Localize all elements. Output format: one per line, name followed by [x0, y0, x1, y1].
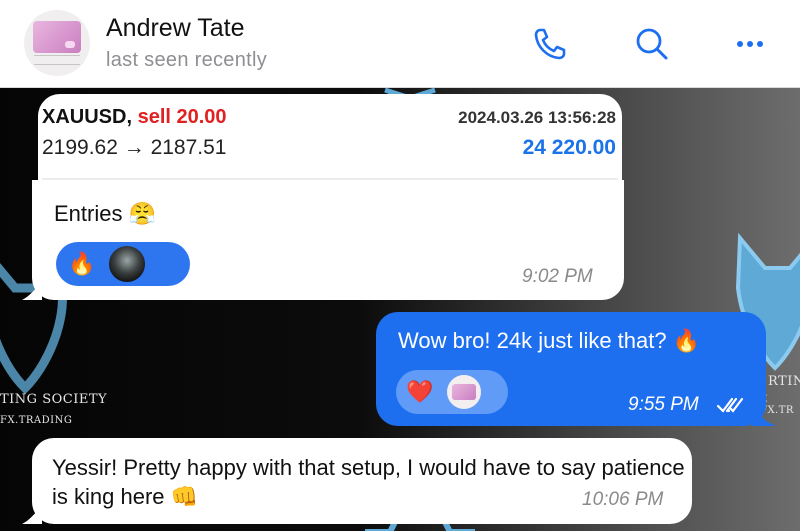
fire-reaction-icon[interactable]: 🔥 [68, 251, 95, 277]
contact-name[interactable]: Andrew Tate [106, 14, 245, 43]
avatar-caption [34, 55, 80, 65]
bubble-tail-outgoing [752, 408, 776, 426]
trade-symbol-line: XAUUSD, sell 20.00 [42, 106, 227, 129]
bubble-tail-incoming [22, 506, 42, 524]
trade-action: sell 20.00 [137, 106, 227, 128]
message-time: 9:02 PM [522, 266, 593, 287]
search-icon[interactable] [630, 24, 674, 64]
avatar-reaction-icon[interactable] [107, 244, 148, 284]
trade-symbol: XAUUSD, [42, 106, 133, 128]
bubble-tail-incoming [22, 282, 42, 300]
reactions-bar[interactable]: 🔥 [56, 242, 190, 286]
watermark-left-line2: FX.TRADING [0, 415, 73, 426]
message-time: 9:55 PM [628, 394, 699, 415]
double-check-icon [716, 397, 744, 413]
chat-header: Andrew Tate last seen recently [0, 0, 800, 88]
more-horizontal-icon[interactable] [728, 24, 772, 64]
card-image [33, 21, 81, 53]
avatar-reaction-icon[interactable] [445, 373, 484, 411]
contact-avatar[interactable] [24, 10, 90, 76]
trade-screenshot[interactable]: XAUUSD, sell 20.00 2024.03.26 13:56:28 2… [38, 94, 622, 186]
message-bubble-incoming[interactable]: Yessir! Pretty happy with that setup, I … [32, 438, 692, 524]
trade-datetime: 2024.03.26 13:56:28 [458, 108, 616, 127]
phone-icon[interactable] [528, 24, 572, 64]
message-text: Entries 😤 [54, 201, 156, 226]
message-bubble-incoming[interactable]: Entries 😤 🔥 9:02 PM [32, 180, 624, 300]
contact-status: last seen recently [106, 49, 268, 71]
reactions-bar[interactable]: ❤️ [396, 370, 508, 414]
heart-reaction-icon[interactable]: ❤️ [406, 379, 433, 405]
message-time: 10:06 PM [582, 489, 664, 510]
message-bubble-outgoing[interactable]: Wow bro! 24k just like that? 🔥 ❤️ 9:55 P… [376, 312, 766, 426]
watermark-right-line1: RTING [768, 374, 800, 389]
trade-prices: 2199.62 → 2187.51 [42, 136, 227, 159]
trade-profit: 24 220.00 [522, 136, 616, 159]
watermark-left-line1: TING SOCIETY [0, 392, 108, 407]
message-text: Wow bro! 24k just like that? 🔥 [398, 328, 701, 353]
